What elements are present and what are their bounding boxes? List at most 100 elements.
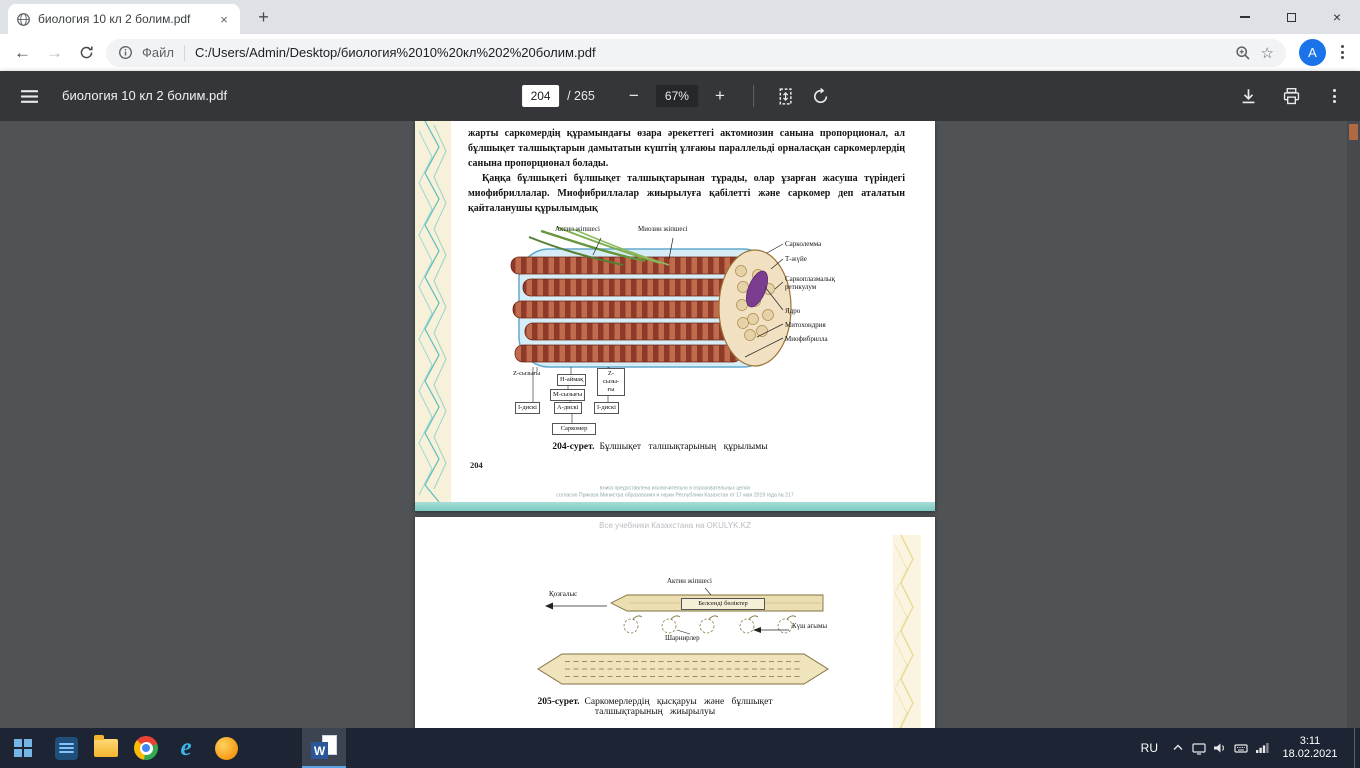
taskbar-internet-explorer[interactable]: e <box>166 728 206 768</box>
window-close-button[interactable]: × <box>1314 0 1360 34</box>
caption-number: 204-сурет. <box>552 442 594 452</box>
print-button[interactable] <box>1282 87 1301 106</box>
volume-icon[interactable] <box>1209 728 1230 768</box>
forward-button[interactable]: → <box>40 38 69 67</box>
okulyk-watermark: Все учебники Казахстана на OKULYK.KZ <box>415 521 935 530</box>
taskbar-word-active[interactable]: W <box>302 728 346 768</box>
caption-text: Саркомерлердің қысқаруы және бұлшықет та… <box>585 697 773 717</box>
tablet-icon[interactable] <box>1188 728 1209 768</box>
page-number-input[interactable] <box>522 85 559 107</box>
figure2-label-movement: Қозғалыс <box>549 590 577 598</box>
window-controls: × <box>1222 0 1360 34</box>
figure1-label-sarcolemma: Сарколемма <box>785 240 821 248</box>
pdf-content-area: жарты саркомердің құрамындағы өзара әрек… <box>0 121 1360 728</box>
url-separator <box>184 45 185 61</box>
keyboard-icon[interactable] <box>1230 728 1251 768</box>
figure1-label-myofibril: Миофибрилла <box>785 335 828 343</box>
paragraph: жарты саркомердің құрамындағы өзара әрек… <box>468 126 905 171</box>
vertical-dots-icon <box>1333 89 1336 103</box>
taskbar-chrome[interactable] <box>126 728 166 768</box>
screen: биология 10 кл 2 болим.pdf × + × ← → Фай… <box>0 0 1360 768</box>
figure-205-caption: 205-сурет.Саркомерлердің қысқаруы және б… <box>415 697 895 717</box>
fine-print-line: согласно Приказа Министра образования и … <box>454 492 896 499</box>
paragraph: Қаңқа бұлшықеті бұлшықет талшықтарынан т… <box>468 171 905 216</box>
back-button[interactable]: ← <box>8 38 37 67</box>
scrollbar-thumb[interactable] <box>1349 124 1358 140</box>
window-minimize-button[interactable] <box>1222 0 1268 34</box>
figure2-label-active-sites: Белсенді бөліктер <box>681 598 765 610</box>
window-maximize-button[interactable] <box>1268 0 1314 34</box>
page-right-ornament <box>893 535 921 728</box>
download-button[interactable] <box>1239 87 1258 106</box>
pdf-menu-icon[interactable] <box>20 87 39 106</box>
taskbar-spacer <box>246 728 302 768</box>
internet-explorer-icon: e <box>180 736 191 760</box>
figure1-label-sarcoplasmic-reticulum: Саркоплазмалық ретикулум <box>785 275 857 291</box>
system-tray: RU 3:11 18.02.2021 <box>1132 728 1360 768</box>
chrome-icon <box>134 736 158 760</box>
bookmark-star-icon[interactable]: ☆ <box>1261 44 1274 62</box>
pdf-document-title: биология 10 кл 2 болим.pdf <box>62 88 227 103</box>
start-button[interactable] <box>0 728 46 768</box>
taskbar-clock[interactable]: 3:11 18.02.2021 <box>1272 735 1348 762</box>
tray-expand-button[interactable] <box>1167 728 1188 768</box>
url-text[interactable]: C:/Users/Admin/Desktop/биология%2010%20к… <box>195 45 1227 60</box>
page-total-label: / 265 <box>567 89 595 103</box>
figure1-label-nucleus: Ядро <box>785 307 800 315</box>
figure1-label-actin: Актин жіпшесі <box>555 225 600 233</box>
taskbar-file-explorer[interactable] <box>86 728 126 768</box>
blue-tile-icon <box>55 737 78 760</box>
figure1-label-m-line: М-сызығы <box>550 389 585 401</box>
word-icon: W <box>311 735 337 759</box>
toolbar-divider <box>753 85 754 107</box>
network-icon[interactable] <box>1251 728 1272 768</box>
tab-close-icon[interactable]: × <box>216 11 232 27</box>
browser-tab[interactable]: биология 10 кл 2 болим.pdf × <box>8 4 240 34</box>
zoom-lens-icon[interactable] <box>1235 45 1251 61</box>
figure1-label-sarcomere: Саркомер <box>552 423 596 435</box>
refresh-button[interactable] <box>72 38 101 67</box>
fit-page-button[interactable] <box>776 87 795 106</box>
maximize-icon <box>1287 13 1296 22</box>
language-indicator[interactable]: RU <box>1132 728 1167 768</box>
taskbar-orange-app[interactable] <box>206 728 246 768</box>
info-icon[interactable] <box>118 45 133 60</box>
vertical-dots-icon <box>1341 45 1344 59</box>
clock-date: 18.02.2021 <box>1272 748 1348 762</box>
clock-time: 3:11 <box>1272 735 1348 749</box>
minimize-icon <box>1240 16 1250 18</box>
tab-title: биология 10 кл 2 болим.pdf <box>38 12 209 26</box>
figure1-label-a-disc: А-дискі <box>554 402 582 414</box>
browser-menu-button[interactable] <box>1330 40 1354 64</box>
new-tab-button[interactable]: + <box>250 4 277 31</box>
page-number: 204 <box>470 460 483 470</box>
rotate-button[interactable] <box>811 87 830 106</box>
taskbar-app-blue[interactable] <box>46 728 86 768</box>
browser-tab-strip: биология 10 кл 2 болим.pdf × + × <box>0 0 1360 34</box>
figure1-label-t-system: Т-жүйе <box>785 255 807 263</box>
figure2-label-hinges: Шарнирлер <box>665 634 700 642</box>
fine-print-line: Книга предоставлена исключительно в обра… <box>454 485 896 492</box>
caption-text: Бұлшықет талшықтарының құрылымы <box>599 442 767 452</box>
figure1-label-i-disc-right: І-дискі <box>594 402 619 414</box>
show-desktop-button[interactable] <box>1354 728 1360 768</box>
address-bar: ← → Файл C:/Users/Admin/Desktop/биология… <box>0 34 1360 71</box>
pdf-more-button[interactable] <box>1325 87 1344 106</box>
profile-avatar[interactable]: A <box>1299 39 1326 66</box>
copyright-fine-print: Книга предоставлена исключительно в обра… <box>454 485 896 499</box>
figure2-label-actin: Актин жіпшесі <box>667 577 712 585</box>
pdf-toolbar-right <box>1239 71 1344 121</box>
body-text: жарты саркомердің құрамындағы өзара әрек… <box>468 126 905 216</box>
figure1-label-myosin: Миозин жіпшесі <box>638 225 688 233</box>
windows-logo-icon <box>14 739 32 757</box>
zoom-in-button[interactable]: + <box>707 83 733 109</box>
url-box[interactable]: Файл C:/Users/Admin/Desktop/биология%201… <box>106 39 1286 67</box>
page-bottom-ornament <box>415 502 935 511</box>
pdf-page-zoom-controls: / 265 − 67% + <box>522 71 838 121</box>
figure-204-muscle-fiber: Актин жіпшесі Миозин жіпшесі Сарколемма … <box>455 225 903 441</box>
zoom-out-button[interactable]: − <box>621 83 647 109</box>
pdf-toolbar: биология 10 кл 2 болим.pdf / 265 − 67% + <box>0 71 1360 121</box>
figure-205-sarcomere-contraction: Актин жіпшесі Қозғалыс Белсенді бөліктер… <box>515 577 855 692</box>
orange-app-icon <box>215 737 238 760</box>
pdf-scrollbar[interactable] <box>1347 121 1360 728</box>
